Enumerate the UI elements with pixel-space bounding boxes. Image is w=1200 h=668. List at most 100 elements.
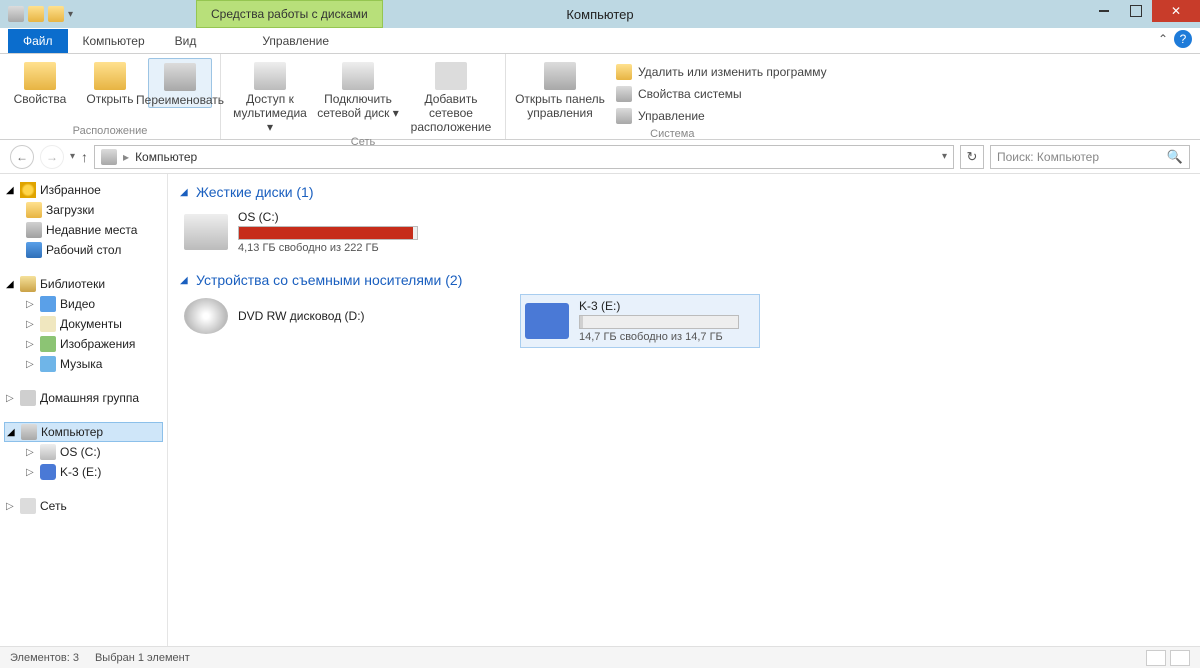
qat-icon-1[interactable] (28, 6, 44, 22)
app-icon (8, 6, 24, 22)
map-drive-icon (342, 62, 374, 90)
qat-icon-2[interactable] (48, 6, 64, 22)
status-bar: Элементов: 3 Выбран 1 элемент (0, 646, 1200, 668)
drive-subtext: 14,7 ГБ свободно из 14,7 ГБ (579, 331, 739, 343)
music-icon (40, 356, 56, 372)
system-properties-button[interactable]: Свойства системы (612, 84, 831, 104)
star-icon (20, 182, 36, 198)
content-pane: ◢ Жесткие диски (1) OS (C:) 4,13 ГБ своб… (168, 174, 1200, 646)
minimize-button[interactable] (1088, 0, 1120, 22)
view-tiles-button[interactable] (1170, 650, 1190, 666)
sd-icon (40, 464, 56, 480)
recent-icon (26, 222, 42, 238)
properties-button[interactable]: Свойства (8, 58, 72, 108)
dvd-drive-icon (184, 298, 228, 334)
tree-favorites[interactable]: ◢ Избранное (4, 180, 163, 200)
tree-libraries[interactable]: ◢ Библиотеки (4, 274, 163, 294)
group-header-hard-drives[interactable]: ◢ Жесткие диски (1) (180, 184, 1188, 200)
drive-k3-e[interactable]: K-3 (E:) 14,7 ГБ свободно из 14,7 ГБ (520, 294, 760, 348)
rename-icon (164, 63, 196, 91)
breadcrumb-root[interactable]: Компьютер (135, 150, 197, 164)
rename-button[interactable]: Переименовать (148, 58, 212, 108)
refresh-button[interactable]: ↻ (960, 145, 984, 169)
window-title: Компьютер (566, 7, 633, 22)
collapse-ribbon-icon[interactable]: ⌃ (1158, 32, 1168, 46)
desktop-icon (26, 242, 42, 258)
ribbon-tabs: Файл Компьютер Вид Управление ⌃ ? (0, 28, 1200, 54)
control-panel-icon (544, 62, 576, 90)
main-split: ◢ Избранное Загрузки Недавние места Рабо… (0, 174, 1200, 646)
drive-subtext: 4,13 ГБ свободно из 222 ГБ (238, 242, 418, 254)
tree-recent[interactable]: Недавние места (4, 220, 163, 240)
system-properties-icon (616, 86, 632, 102)
nav-pane: ◢ Избранное Загрузки Недавние места Рабо… (0, 174, 168, 646)
tree-network[interactable]: ▷ Сеть (4, 496, 163, 516)
status-item-count: Элементов: 3 (10, 652, 79, 664)
nav-back-button[interactable]: ← (10, 145, 34, 169)
tree-os-c[interactable]: ▷ OS (C:) (4, 442, 163, 462)
folder-icon (26, 202, 42, 218)
drive-tools-contextual-tab[interactable]: Средства работы с дисками (196, 0, 383, 28)
ribbon-group-system: Открыть панель управления Удалить или из… (506, 54, 839, 139)
ribbon: Свойства Открыть Переименовать Расположе… (0, 54, 1200, 140)
tree-documents[interactable]: ▷ Документы (4, 314, 163, 334)
drive-capacity-bar (238, 226, 418, 240)
tree-music[interactable]: ▷ Музыка (4, 354, 163, 374)
search-input[interactable]: Поиск: Компьютер 🔍 (990, 145, 1190, 169)
tree-downloads[interactable]: Загрузки (4, 200, 163, 220)
close-button[interactable] (1152, 0, 1200, 22)
address-dropdown-icon[interactable]: ▾ (942, 151, 947, 162)
open-button[interactable]: Открыть (78, 58, 142, 108)
group-label-location: Расположение (8, 125, 212, 137)
maximize-button[interactable] (1120, 0, 1152, 22)
search-icon: 🔍 (1167, 149, 1183, 165)
tree-desktop[interactable]: Рабочий стол (4, 240, 163, 260)
ribbon-group-network: Доступ к мультимедиа ▾ Подключить сетево… (221, 54, 506, 139)
network-icon (20, 498, 36, 514)
tab-computer[interactable]: Компьютер (68, 29, 160, 53)
status-selection: Выбран 1 элемент (95, 652, 190, 664)
window-controls (1088, 0, 1200, 22)
drive-dvd-d[interactable]: DVD RW дисковод (D:) (180, 294, 480, 338)
recent-locations-dropdown-icon[interactable]: ▾ (70, 151, 75, 162)
libraries-icon (20, 276, 36, 292)
tree-pictures[interactable]: ▷ Изображения (4, 334, 163, 354)
properties-icon (24, 62, 56, 90)
titlebar: ▾ Средства работы с дисками Компьютер (0, 0, 1200, 28)
tab-file[interactable]: Файл (8, 29, 68, 53)
computer-icon (21, 424, 37, 440)
media-access-icon (254, 62, 286, 90)
group-header-removable[interactable]: ◢ Устройства со съемными носителями (2) (180, 272, 1188, 288)
tree-k3-e[interactable]: ▷ K-3 (E:) (4, 462, 163, 482)
uninstall-icon (616, 64, 632, 80)
tab-manage[interactable]: Управление (247, 29, 344, 53)
tree-video[interactable]: ▷ Видео (4, 294, 163, 314)
pictures-icon (40, 336, 56, 352)
uninstall-program-button[interactable]: Удалить или изменить программу (612, 62, 831, 82)
drive-os-c[interactable]: OS (C:) 4,13 ГБ свободно из 222 ГБ (180, 206, 480, 258)
homegroup-icon (20, 390, 36, 406)
qat-dropdown-icon[interactable]: ▾ (68, 9, 73, 20)
map-drive-button[interactable]: Подключить сетевой диск ▾ (317, 58, 399, 134)
add-net-location-icon (435, 62, 467, 90)
nav-up-button[interactable]: ↑ (81, 149, 88, 165)
tab-view[interactable]: Вид (160, 29, 212, 53)
help-icon[interactable]: ? (1174, 30, 1192, 48)
open-control-panel-button[interactable]: Открыть панель управления (514, 58, 606, 126)
manage-button[interactable]: Управление (612, 106, 831, 126)
tree-computer[interactable]: ◢ Компьютер (4, 422, 163, 442)
search-placeholder: Поиск: Компьютер (997, 150, 1099, 164)
tree-homegroup[interactable]: ▷ Домашняя группа (4, 388, 163, 408)
documents-icon (40, 316, 56, 332)
drive-name: DVD RW дисковод (D:) (238, 309, 365, 323)
quick-access-toolbar: ▾ (0, 6, 73, 22)
add-net-location-button[interactable]: Добавить сетевое расположение (405, 58, 497, 134)
drive-name: K-3 (E:) (579, 299, 739, 313)
address-bar[interactable]: ▸ Компьютер ▾ (94, 145, 954, 169)
sd-card-icon (525, 303, 569, 339)
breadcrumb-separator-icon: ▸ (123, 150, 129, 164)
view-details-button[interactable] (1146, 650, 1166, 666)
media-access-button[interactable]: Доступ к мультимедиа ▾ (229, 58, 311, 134)
hard-drive-icon (184, 214, 228, 250)
nav-forward-button[interactable]: → (40, 145, 64, 169)
